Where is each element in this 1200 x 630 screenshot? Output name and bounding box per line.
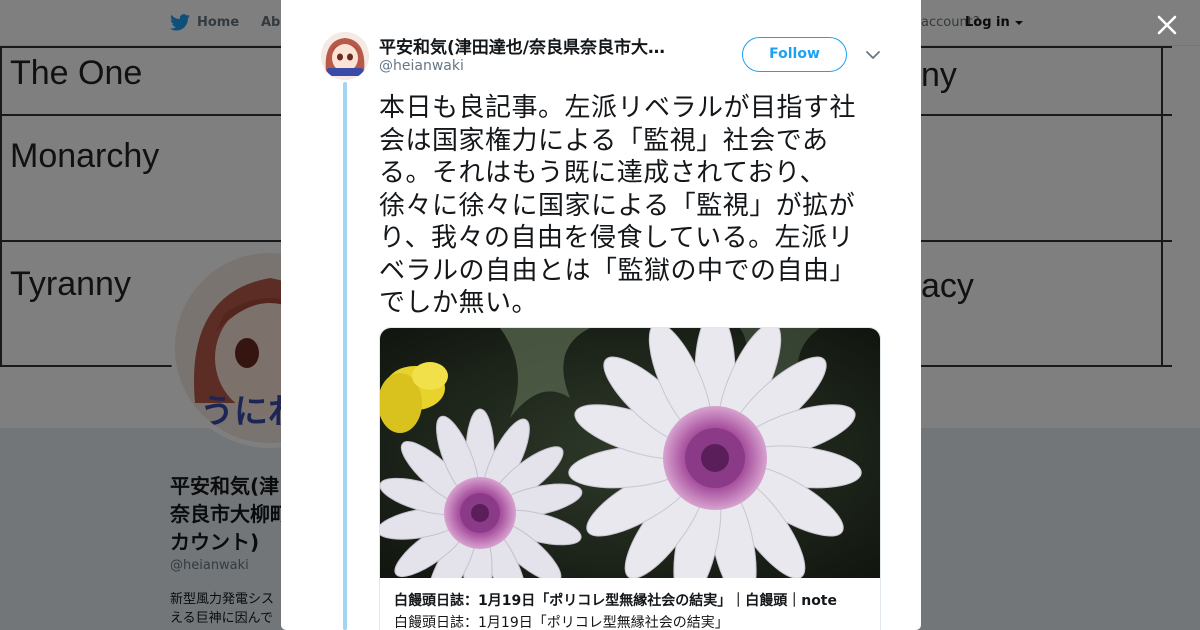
tweet-text-line: 会は国家権力による「監視」社会であ [379,125,829,156]
tweet-text-line: 本日も良記事。左派リベラルが目指す社 [379,93,857,123]
card-description: 白饅頭日誌：1月19日「ポリコレ型無縁社会の結実」 [394,615,729,630]
tweet-author-handle[interactable]: @heianwaki [379,58,464,74]
tweet-text-line: ベラルの自由とは「監獄の中での自由」 [379,255,857,286]
thread-line [343,82,347,630]
tweet-text: 本日も良記事。左派リベラルが目指す社 会は国家権力による「監視」社会であ る。そ… [379,92,884,320]
tweet-text-line: 徐々に徐々に国家による「監視」が拡が [379,190,856,221]
chevron-down-icon[interactable] [865,47,881,63]
card-title: 白饅頭日誌：1月19日「ポリコレ型無縁社会の結実」｜白饅頭｜note [394,593,837,609]
tweet-text-line: でしか無い。 [379,288,539,318]
card-flower-image [380,328,880,578]
tweet-modal: 平安和気(津田達也/奈良県奈良市大… @heianwaki Follow 本日も… [281,0,921,630]
link-card[interactable]: 白饅頭日誌：1月19日「ポリコレ型無縁社会の結実」｜白饅頭｜note 白饅頭日誌… [379,327,881,630]
tweet-author-name[interactable]: 平安和気(津田達也/奈良県奈良市大… [379,33,685,58]
author-avatar-illustration [321,32,369,80]
close-icon[interactable] [1153,11,1181,39]
follow-button[interactable]: Follow [742,37,847,72]
tweet-text-line: る。それはもう既に達成されており、 [379,158,827,188]
tweet-text-line: り、我々の自由を侵食している。左派リ [379,223,855,253]
tweet-author-avatar[interactable] [321,32,369,80]
